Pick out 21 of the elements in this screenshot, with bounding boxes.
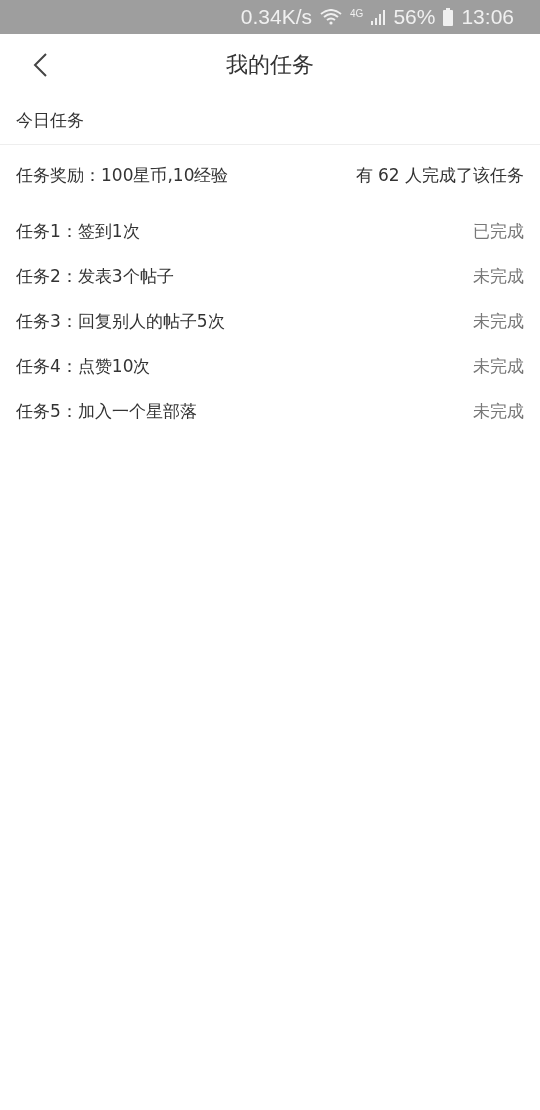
task-status: 未完成 [473, 265, 524, 288]
task-status: 未完成 [473, 400, 524, 423]
wifi-icon [320, 9, 343, 25]
task-name: 任务1：签到1次 [16, 220, 140, 243]
reward-text: 任务奖励：100星币,10经验 [16, 164, 229, 187]
network-speed: 0.34K/s [240, 5, 313, 29]
task-status: 未完成 [473, 310, 524, 333]
network-type: 4G [350, 8, 364, 19]
battery-level: 56% [393, 5, 436, 29]
task-name: 任务3：回复别人的帖子5次 [16, 310, 225, 333]
task-name: 任务4：点赞10次 [16, 355, 151, 378]
task-status: 未完成 [473, 355, 524, 378]
task-status: 已完成 [473, 220, 524, 243]
completed-count: 有 62 人完成了该任务 [355, 164, 524, 187]
clock: 13:06 [461, 5, 514, 29]
battery-icon [443, 8, 454, 26]
section-title: 今日任务 [16, 108, 84, 132]
task-name: 任务2：发表3个帖子 [16, 265, 174, 288]
page-title: 我的任务 [226, 51, 314, 79]
task-name: 任务5：加入一个星部落 [16, 400, 197, 423]
signal-icon [371, 9, 386, 25]
